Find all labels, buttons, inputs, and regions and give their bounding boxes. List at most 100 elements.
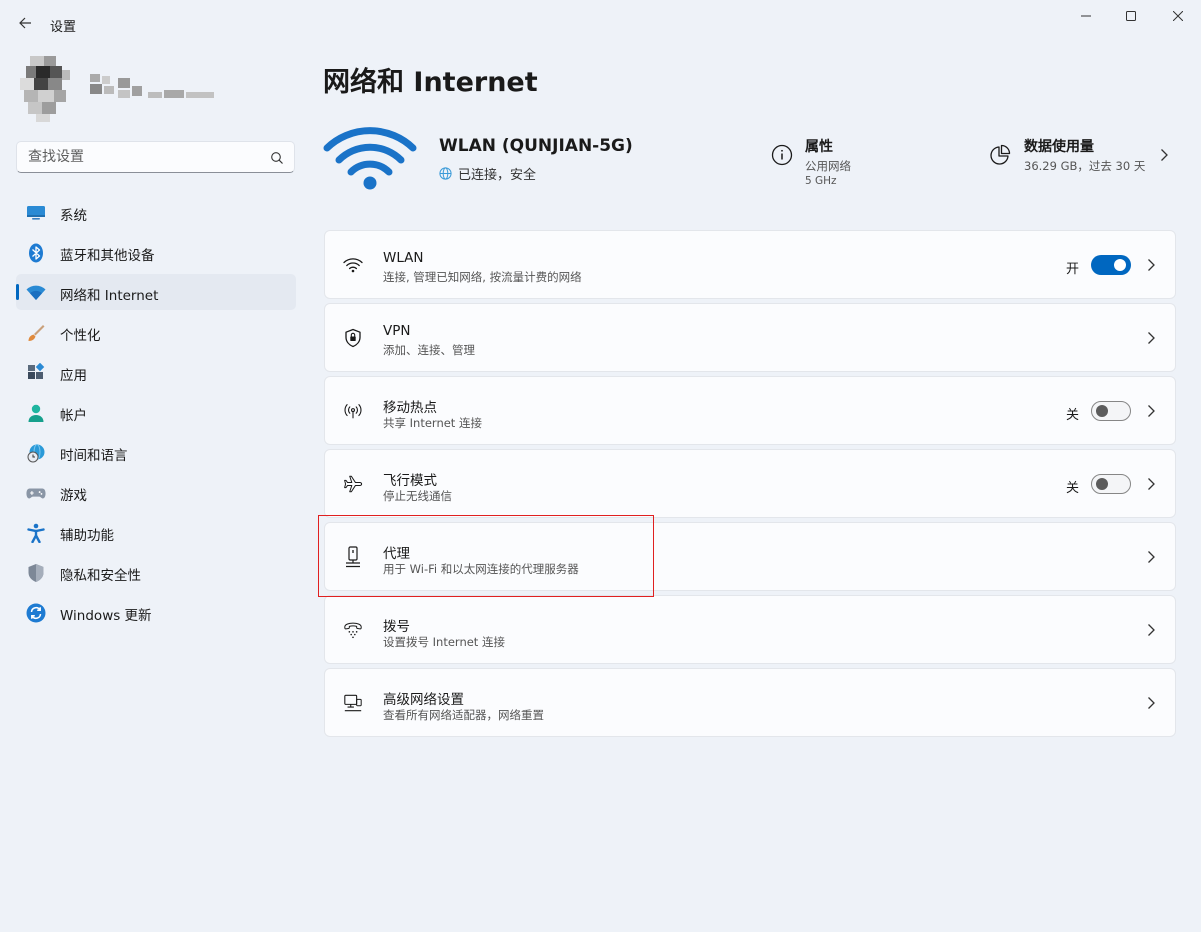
sidebar-item-label: 时间和语言 — [60, 448, 128, 464]
accessibility-icon — [26, 523, 46, 543]
sidebar-nav: 系统 蓝牙和其他设备 网络和 Internet 个性化 应用 帐户 时间和语言 … — [16, 194, 296, 634]
sidebar-item-label: 蓝牙和其他设备 — [60, 248, 155, 264]
toggle-state-label: 关 — [1065, 408, 1079, 423]
properties-link[interactable]: 属性 公用网络 5 GHz — [771, 134, 941, 190]
chevron-right-icon — [1148, 259, 1155, 271]
data-usage-link[interactable]: 数据使用量 36.29 GB，过去 30 天 — [989, 134, 1175, 182]
proxy-icon — [343, 546, 363, 568]
update-icon — [26, 603, 46, 623]
sidebar-item-label: 辅助功能 — [60, 528, 114, 544]
card-title: 拨号 — [383, 619, 410, 635]
profile-name-redacted — [88, 72, 228, 108]
close-button[interactable] — [1155, 0, 1201, 32]
chevron-right-icon — [1148, 332, 1155, 344]
maximize-button[interactable] — [1108, 0, 1154, 32]
card-subtitle: 设置拨号 Internet 连接 — [383, 635, 505, 649]
vpn-shield-icon — [343, 328, 363, 348]
system-display-icon — [26, 203, 46, 223]
account-icon — [26, 403, 46, 423]
sidebar-item-apps[interactable]: 应用 — [16, 354, 296, 390]
airplane-mode-toggle[interactable] — [1091, 474, 1131, 494]
app-title: 设置 — [50, 20, 77, 35]
back-button[interactable] — [14, 12, 36, 34]
card-subtitle: 查看所有网络适配器，网络重置 — [383, 708, 544, 722]
maximize-icon — [1126, 11, 1136, 21]
sidebar-item-bluetooth[interactable]: 蓝牙和其他设备 — [16, 234, 296, 270]
card-subtitle: 停止无线通信 — [383, 489, 452, 503]
network-ssid: WLAN (QUNJIAN-5G) — [439, 136, 633, 156]
sidebar-item-label: 隐私和安全性 — [60, 568, 141, 584]
card-vpn[interactable]: VPN 添加、连接、管理 — [324, 303, 1176, 372]
active-indicator — [16, 284, 19, 300]
card-subtitle: 用于 Wi-Fi 和以太网连接的代理服务器 — [383, 562, 579, 576]
sidebar-item-privacy[interactable]: 隐私和安全性 — [16, 554, 296, 590]
sidebar-item-accessibility[interactable]: 辅助功能 — [16, 514, 296, 550]
sidebar-item-time-language[interactable]: 时间和语言 — [16, 434, 296, 470]
title-bar: 设置 — [0, 0, 1201, 48]
pie-chart-icon — [990, 144, 1011, 165]
sidebar-item-label: 网络和 Internet — [60, 288, 159, 304]
sidebar-item-label: Windows 更新 — [60, 608, 152, 624]
card-title: 高级网络设置 — [383, 692, 464, 708]
gamepad-icon — [26, 483, 46, 503]
network-profile-type: 公用网络 — [805, 159, 851, 173]
search-icon[interactable] — [270, 151, 284, 165]
sidebar-item-label: 应用 — [60, 368, 87, 384]
hotspot-icon — [343, 401, 363, 421]
bluetooth-icon — [26, 243, 46, 263]
search-input[interactable] — [17, 142, 294, 172]
card-advanced-network-settings[interactable]: 高级网络设置 查看所有网络适配器，网络重置 — [324, 668, 1176, 737]
minimize-button[interactable] — [1063, 0, 1109, 32]
chevron-right-icon — [1148, 697, 1155, 709]
paintbrush-icon — [26, 323, 46, 343]
data-usage-title: 数据使用量 — [1024, 139, 1094, 155]
sidebar-item-label: 个性化 — [60, 328, 101, 344]
airplane-icon — [343, 474, 363, 494]
shield-icon — [26, 563, 46, 583]
sidebar-item-personalization[interactable]: 个性化 — [16, 314, 296, 350]
avatar — [18, 56, 72, 122]
sidebar-item-network[interactable]: 网络和 Internet — [16, 274, 296, 310]
card-dial-up[interactable]: 拨号 设置拨号 Internet 连接 — [324, 595, 1176, 664]
card-wlan[interactable]: WLAN 连接, 管理已知网络, 按流量计费的网络 开 — [324, 230, 1176, 299]
sidebar-item-gaming[interactable]: 游戏 — [16, 474, 296, 510]
sidebar-item-windows-update[interactable]: Windows 更新 — [16, 594, 296, 630]
chevron-right-icon — [1148, 551, 1155, 563]
card-title: 移动热点 — [383, 400, 437, 416]
chevron-right-icon — [1148, 624, 1155, 636]
close-icon — [1173, 11, 1183, 21]
network-summary: WLAN (QUNJIAN-5G) 已连接，安全 属性 公用网络 5 GHz 数… — [323, 118, 1175, 198]
dialup-icon — [343, 620, 363, 640]
connection-status-text: 已连接，安全 — [458, 168, 537, 183]
card-title: VPN — [383, 323, 411, 339]
arrow-left-icon — [19, 17, 31, 29]
sidebar-item-accounts[interactable]: 帐户 — [16, 394, 296, 430]
card-airplane-mode[interactable]: 飞行模式 停止无线通信 关 — [324, 449, 1176, 518]
card-title: 代理 — [383, 546, 410, 562]
search-box[interactable] — [16, 141, 295, 173]
settings-list: WLAN 连接, 管理已知网络, 按流量计费的网络 开 VPN 添加、连接、管理… — [324, 230, 1176, 741]
card-subtitle: 共享 Internet 连接 — [383, 416, 482, 430]
wifi-icon — [26, 283, 46, 303]
properties-title: 属性 — [805, 139, 833, 155]
globe-clock-icon — [26, 443, 46, 463]
sidebar-item-system[interactable]: 系统 — [16, 194, 296, 230]
card-title: WLAN — [383, 250, 424, 266]
card-subtitle: 连接, 管理已知网络, 按流量计费的网络 — [383, 270, 582, 284]
wifi-icon — [343, 255, 363, 275]
chevron-right-icon — [1148, 478, 1155, 490]
sidebar-item-label: 系统 — [60, 208, 87, 224]
hotspot-toggle[interactable] — [1091, 401, 1131, 421]
globe-icon — [439, 167, 452, 180]
apps-icon — [26, 363, 46, 383]
advanced-network-icon — [343, 693, 363, 713]
sidebar-item-label: 游戏 — [60, 488, 87, 504]
network-band: 5 GHz — [805, 175, 837, 187]
user-profile[interactable] — [16, 52, 296, 124]
card-subtitle: 添加、连接、管理 — [383, 343, 475, 357]
minimize-icon — [1081, 15, 1091, 17]
card-proxy[interactable]: 代理 用于 Wi-Fi 和以太网连接的代理服务器 — [324, 522, 1176, 591]
wlan-toggle[interactable] — [1091, 255, 1131, 275]
card-mobile-hotspot[interactable]: 移动热点 共享 Internet 连接 关 — [324, 376, 1176, 445]
chevron-right-icon — [1161, 149, 1168, 161]
